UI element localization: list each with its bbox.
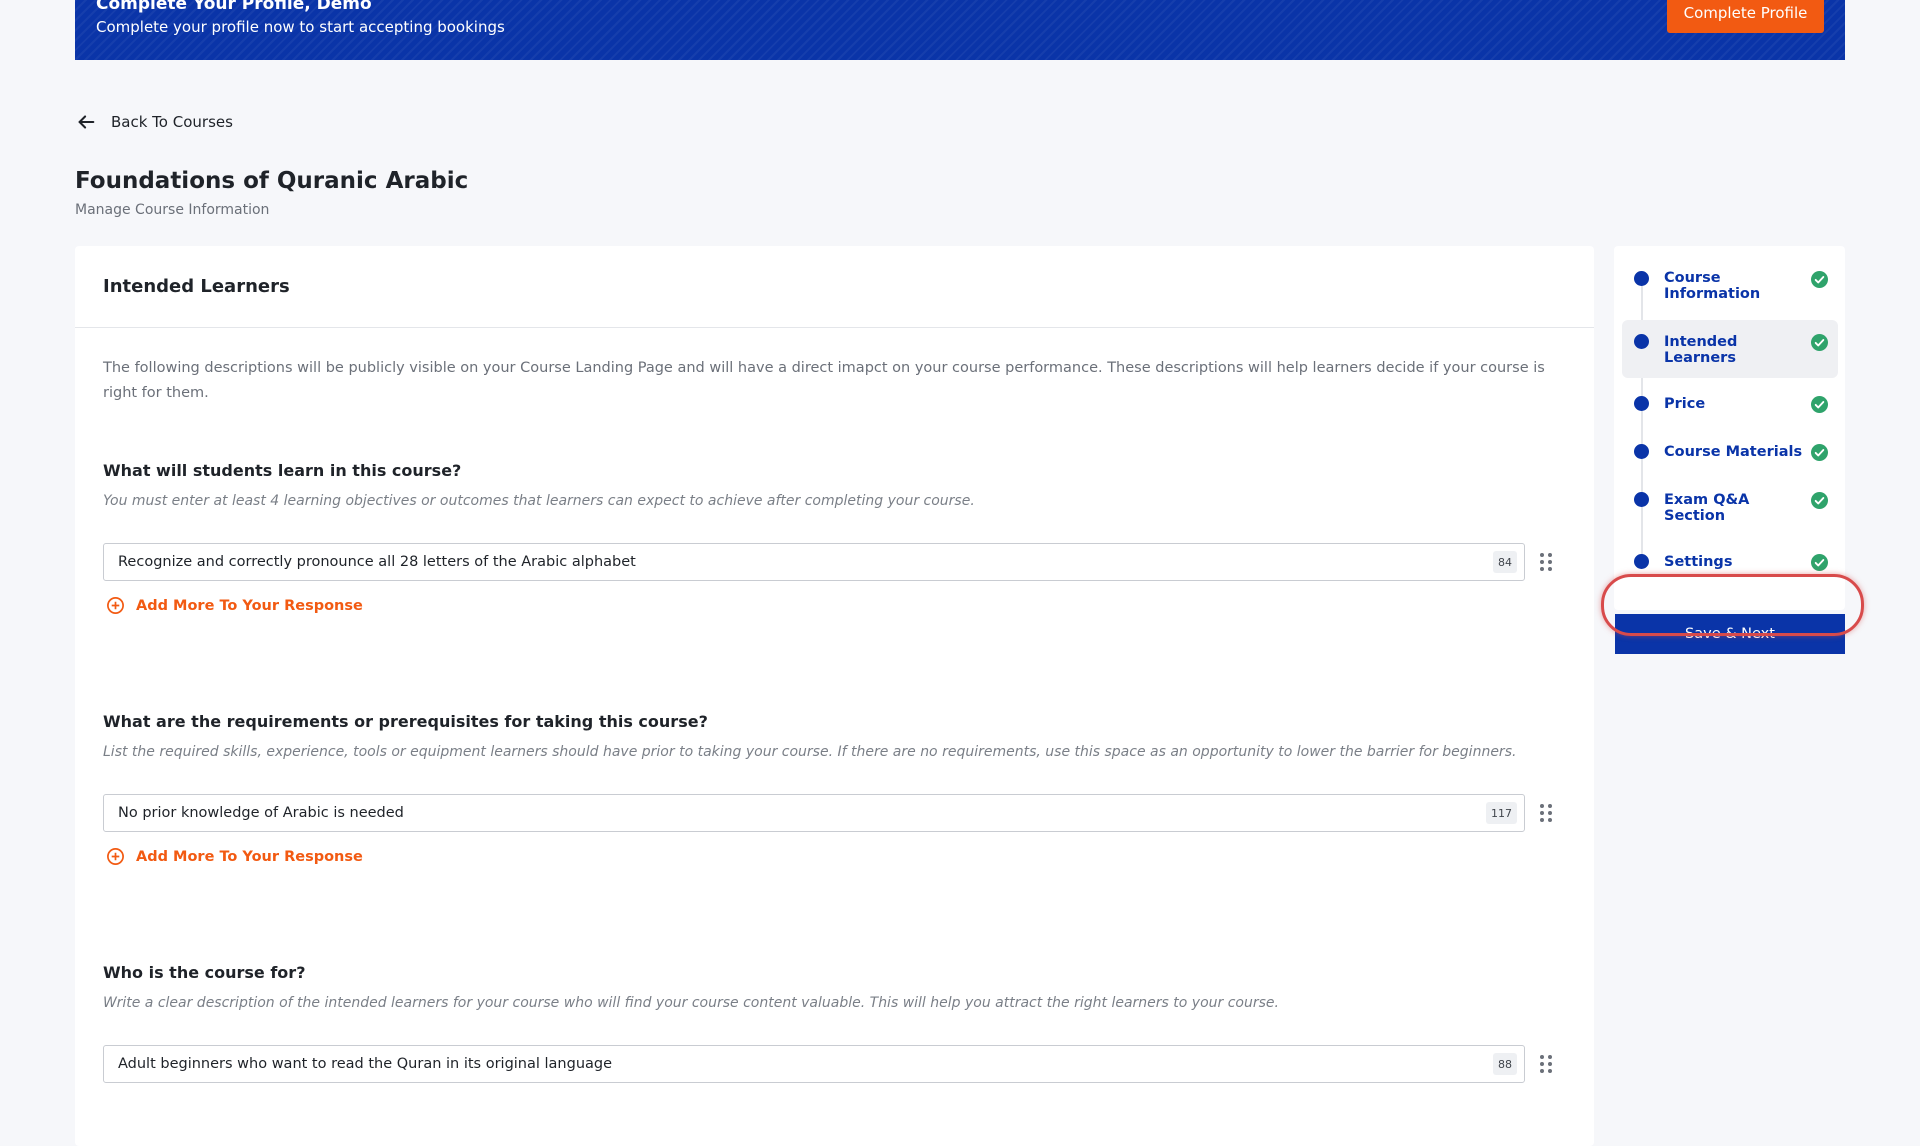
page-title: Foundations of Quranic Arabic [75,168,469,194]
banner-subtitle: Complete your profile now to start accep… [96,18,505,36]
step-price[interactable]: Price [1622,388,1838,422]
character-count-badge: 117 [1486,802,1517,824]
back-link-label: Back To Courses [111,113,233,131]
section-title: Who is the course for? [103,963,306,982]
step-label: Price [1664,396,1706,412]
step-dot [1634,492,1649,507]
section-hint: You must enter at least 4 learning objec… [103,493,975,509]
drag-handle-icon[interactable] [1539,1054,1553,1074]
plus-circle-icon [107,848,124,865]
step-dot [1634,444,1649,459]
step-intended-learners[interactable]: Intended Learners [1622,320,1838,378]
input-value: Recognize and correctly pronounce all 28… [118,554,636,570]
add-more-response-button[interactable]: Add More To Your Response [106,596,363,615]
highlight-ring [1601,574,1864,636]
section-title: What will students learn in this course? [103,461,462,480]
check-circle-icon [1811,492,1828,509]
step-label: Course Information [1664,270,1761,302]
complete-profile-button[interactable]: Complete Profile [1667,0,1824,33]
requirement-input[interactable]: No prior knowledge of Arabic is needed 1… [103,794,1525,832]
card-header: Intended Learners [75,246,1594,328]
step-exam-qa-section[interactable]: Exam Q&A Section [1622,484,1838,532]
banner-title: Complete Your Profile, Demo [96,0,372,14]
add-more-response-button[interactable]: Add More To Your Response [106,847,363,866]
section-title: What are the requirements or prerequisit… [103,712,708,731]
drag-handle-icon[interactable] [1539,552,1553,572]
check-circle-icon [1811,444,1828,461]
check-circle-icon [1811,334,1828,351]
step-settings[interactable]: Settings [1622,546,1838,576]
step-dot [1634,554,1649,569]
section-hint: List the required skills, experience, to… [103,744,1517,760]
learning-objectives-section: What will students learn in this course?… [103,461,1563,614]
course-steps-panel: Course Information Intended Learners Pri… [1614,246,1845,610]
step-label: Exam Q&A Section [1664,492,1750,524]
page-subtitle: Manage Course Information [75,202,270,218]
step-course-materials[interactable]: Course Materials [1622,436,1838,470]
arrow-left-icon [78,115,95,129]
step-label: Settings [1664,554,1733,570]
learning-objective-input[interactable]: Recognize and correctly pronounce all 28… [103,543,1525,581]
requirements-section: What are the requirements or prerequisit… [103,712,1563,865]
target-audience-section: Who is the course for? Write a clear des… [103,963,1563,1083]
step-dot [1634,396,1649,411]
check-circle-icon [1811,271,1828,288]
step-dot [1634,334,1649,349]
add-more-label: Add More To Your Response [136,597,363,614]
card-intro: The following descriptions will be publi… [103,360,1545,401]
response-row: Recognize and correctly pronounce all 28… [103,543,1563,583]
step-dot [1634,271,1649,286]
drag-handle-icon[interactable] [1539,803,1553,823]
character-count-badge: 84 [1493,551,1517,573]
profile-banner: Complete Your Profile, Demo Complete you… [75,0,1845,60]
target-audience-input[interactable]: Adult beginners who want to read the Qur… [103,1045,1525,1083]
input-value: No prior knowledge of Arabic is needed [118,805,404,821]
response-row: Adult beginners who want to read the Qur… [103,1045,1563,1085]
response-row: No prior knowledge of Arabic is needed 1… [103,794,1563,834]
add-more-label: Add More To Your Response [136,848,363,865]
check-circle-icon [1811,554,1828,571]
step-label: Course Materials [1664,444,1803,460]
step-course-information[interactable]: Course Information [1622,258,1838,316]
check-circle-icon [1811,396,1828,413]
back-to-courses-link[interactable]: Back To Courses [75,110,233,134]
step-label: Intended Learners [1664,334,1738,366]
plus-circle-icon [107,597,124,614]
character-count-badge: 88 [1493,1053,1517,1075]
intended-learners-card: Intended Learners The following descript… [75,246,1594,1146]
section-hint: Write a clear description of the intende… [103,995,1279,1011]
input-value: Adult beginners who want to read the Qur… [118,1056,613,1072]
